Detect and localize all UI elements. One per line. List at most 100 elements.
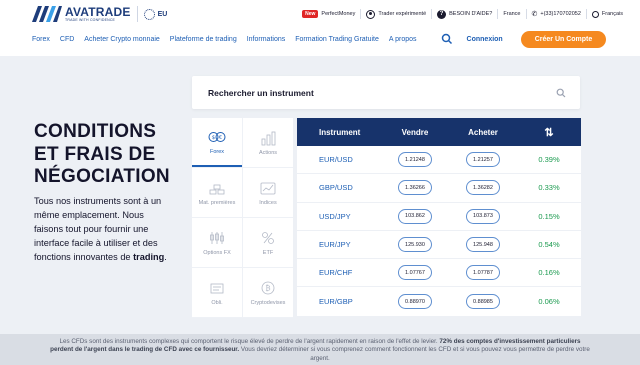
buy-price-button[interactable]: 1.07787 bbox=[466, 265, 500, 281]
instrument-name[interactable]: EUR/GBP bbox=[297, 297, 381, 306]
category-label: Actions bbox=[258, 149, 278, 156]
language-selector[interactable]: Français bbox=[587, 9, 628, 19]
table-row[interactable]: USD/JPY 103.862 103.873 0.15% bbox=[297, 203, 581, 231]
svg-text:₿: ₿ bbox=[265, 284, 270, 292]
buy-price-button[interactable]: 0.88985 bbox=[466, 294, 500, 310]
category-forex[interactable]: $ € Forex bbox=[192, 118, 242, 167]
svg-text:€: € bbox=[219, 135, 222, 141]
country-label: France bbox=[503, 11, 521, 17]
sell-price-button[interactable]: 1.07767 bbox=[398, 265, 432, 281]
login-link[interactable]: Connexion bbox=[467, 36, 503, 43]
table-row[interactable]: EUR/JPY 125.930 125.948 0.54% bbox=[297, 231, 581, 260]
table-row[interactable]: GBP/USD 1.36266 1.36282 0.33% bbox=[297, 174, 581, 203]
category-label: Forex bbox=[209, 148, 225, 155]
hero-section: Rechercher un instrument CONDITIONS ET F… bbox=[0, 56, 640, 334]
search-icon[interactable] bbox=[556, 88, 566, 98]
change-value: 0.06% bbox=[538, 297, 560, 307]
category-crypto[interactable]: ₿ Cryptodevises bbox=[243, 268, 293, 317]
category-label: Cryptodevises bbox=[250, 299, 286, 306]
nav-crypto[interactable]: Acheter Crypto monnaie bbox=[84, 36, 159, 43]
language-label: Français bbox=[601, 11, 623, 17]
country-selector[interactable]: France bbox=[498, 9, 527, 19]
main-nav: Forex CFD Acheter Crypto monnaie Platefo… bbox=[0, 28, 640, 50]
nav-information[interactable]: Informations bbox=[247, 36, 286, 43]
buy-price-button[interactable]: 103.873 bbox=[466, 208, 500, 224]
category-commodities[interactable]: Mat. premières bbox=[192, 168, 242, 217]
nav-about[interactable]: A propos bbox=[389, 36, 417, 43]
title-line-3: NÉGOCIATION bbox=[34, 166, 170, 187]
change-value: 0.54% bbox=[538, 240, 560, 250]
help-icon: ? bbox=[437, 9, 447, 19]
category-stocks[interactable]: Actions bbox=[243, 118, 293, 167]
instrument-search-input[interactable]: Rechercher un instrument bbox=[192, 76, 580, 109]
column-instrument[interactable]: Instrument bbox=[297, 128, 381, 137]
nav-forex[interactable]: Forex bbox=[32, 36, 50, 43]
instrument-name[interactable]: GBP/USD bbox=[297, 183, 381, 192]
table-header: Instrument Vendre Acheter ⇅ bbox=[297, 118, 581, 146]
instrument-name[interactable]: USD/JPY bbox=[297, 212, 381, 221]
sell-price-button[interactable]: 1.21248 bbox=[398, 152, 432, 168]
buy-price-button[interactable]: 1.21257 bbox=[466, 152, 500, 168]
column-sell[interactable]: Vendre bbox=[381, 128, 449, 137]
category-label: Obli. bbox=[211, 299, 223, 306]
change-value: 0.39% bbox=[538, 155, 560, 165]
category-label: Mat. premières bbox=[198, 199, 236, 206]
experienced-trader-label: Trader expérimenté bbox=[378, 11, 427, 17]
category-label: Options FX bbox=[203, 249, 231, 256]
category-label: ETF bbox=[262, 249, 274, 256]
search-icon[interactable] bbox=[441, 33, 453, 45]
avatrade-logo[interactable]: AVATRADE TRADE WITH CONFIDENCE bbox=[32, 6, 131, 23]
nav-cfd[interactable]: CFD bbox=[60, 36, 74, 43]
new-badge: New bbox=[302, 10, 319, 18]
sort-icon[interactable]: ⇅ bbox=[517, 126, 581, 139]
svg-text:$: $ bbox=[212, 135, 215, 141]
change-value: 0.15% bbox=[538, 211, 560, 221]
top-bar: AVATRADE TRADE WITH CONFIDENCE EU New Pe… bbox=[0, 0, 640, 28]
help-link[interactable]: ? BESOIN D'AIDE? bbox=[432, 9, 499, 19]
change-value: 0.16% bbox=[538, 268, 560, 278]
sell-price-button[interactable]: 103.862 bbox=[398, 208, 432, 224]
page-description: Tous nos instruments sont à un même empl… bbox=[34, 194, 174, 264]
sell-price-button[interactable]: 1.36266 bbox=[398, 180, 432, 196]
instrument-name[interactable]: EUR/CHF bbox=[297, 268, 381, 277]
phone-number: +(33)170702052 bbox=[540, 11, 581, 17]
buy-price-button[interactable]: 1.36282 bbox=[466, 180, 500, 196]
instrument-name[interactable]: EUR/JPY bbox=[297, 240, 381, 249]
buy-price-button[interactable]: 125.948 bbox=[466, 237, 500, 253]
logo-divider bbox=[136, 6, 138, 22]
perfect-money-label: PerfectMoney bbox=[321, 11, 356, 17]
nav-platform[interactable]: Plateforme de trading bbox=[170, 36, 237, 43]
disclaimer-text-end: Vous devriez déterminer si vous comprene… bbox=[239, 346, 590, 362]
stocks-icon bbox=[261, 131, 276, 145]
experienced-trader-link[interactable]: Trader expérimenté bbox=[361, 9, 433, 19]
instrument-name[interactable]: EUR/USD bbox=[297, 155, 381, 164]
description-end: . bbox=[164, 252, 167, 262]
create-account-button[interactable]: Créer Un Compte bbox=[520, 30, 607, 48]
phone-link[interactable]: ✆ +(33)170702052 bbox=[527, 9, 587, 19]
nav-training[interactable]: Formation Trading Gratuite bbox=[295, 36, 379, 43]
table-row[interactable]: EUR/USD 1.21248 1.21257 0.39% bbox=[297, 146, 581, 175]
phone-icon: ✆ bbox=[531, 11, 538, 18]
etf-icon bbox=[262, 231, 274, 244]
category-bonds[interactable]: Obli. bbox=[192, 268, 242, 317]
table-row[interactable]: EUR/GBP 0.88970 0.88985 0.06% bbox=[297, 287, 581, 315]
sell-price-button[interactable]: 125.930 bbox=[398, 237, 432, 253]
category-fx-options[interactable]: Options FX bbox=[192, 218, 242, 267]
title-line-2: ET FRAIS DE bbox=[34, 143, 156, 165]
category-indices[interactable]: Indices bbox=[243, 168, 293, 217]
instrument-category-panel: $ € Forex Actions Mat. premières Indices… bbox=[192, 118, 293, 318]
column-buy[interactable]: Acheter bbox=[449, 128, 517, 137]
category-label: Indices bbox=[259, 199, 277, 206]
sell-price-button[interactable]: 0.88970 bbox=[398, 294, 432, 310]
table-row[interactable]: EUR/CHF 1.07767 1.07787 0.16% bbox=[297, 259, 581, 288]
user-icon bbox=[366, 9, 376, 19]
bonds-icon bbox=[210, 283, 224, 293]
category-etf[interactable]: ETF bbox=[243, 218, 293, 267]
description-bold: trading bbox=[133, 252, 165, 262]
crypto-icon: ₿ bbox=[261, 281, 275, 294]
top-utility-links: New PerfectMoney Trader expérimenté ? BE… bbox=[297, 9, 628, 19]
page-title: CONDITIONS ET FRAIS DE NÉGOCIATION bbox=[34, 121, 170, 189]
help-label: BESOIN D'AIDE? bbox=[449, 11, 493, 17]
eu-label: EU bbox=[157, 10, 168, 18]
perfect-money-link[interactable]: New PerfectMoney bbox=[297, 9, 362, 19]
